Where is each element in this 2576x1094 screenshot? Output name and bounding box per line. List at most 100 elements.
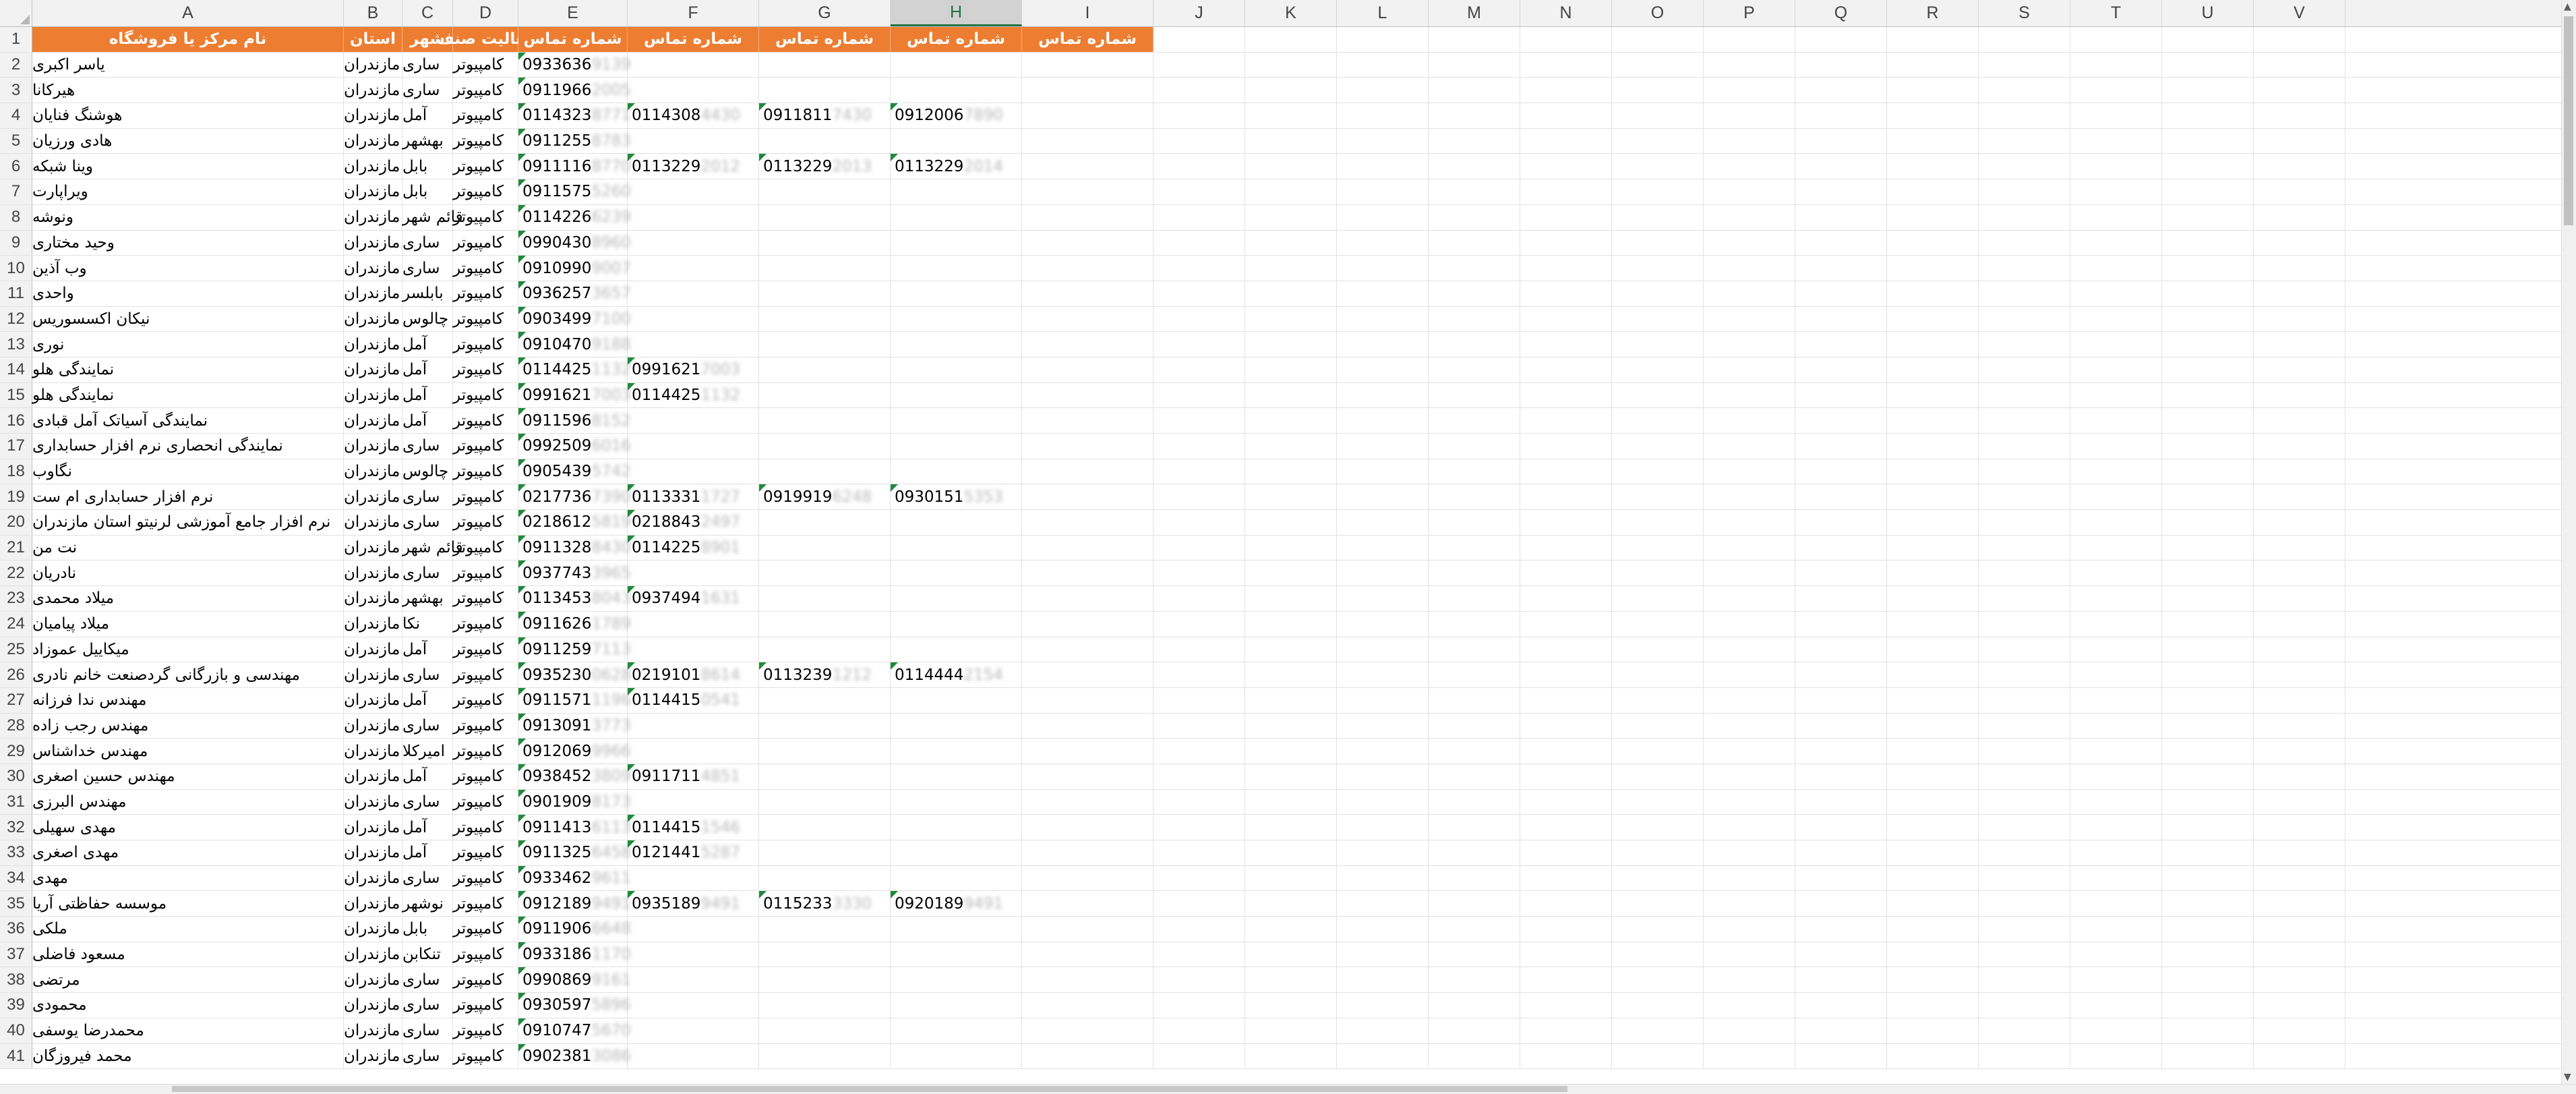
cell-u[interactable]: [2162, 52, 2254, 78]
cell-j[interactable]: [1154, 103, 1245, 128]
cell-s[interactable]: [1979, 815, 2070, 840]
cell-i[interactable]: [1022, 687, 1154, 713]
error-flag-icon[interactable]: [518, 510, 526, 518]
cell-p[interactable]: [1704, 103, 1795, 128]
error-flag-icon[interactable]: [518, 637, 526, 645]
cell-k[interactable]: [1245, 611, 1337, 637]
cell-u[interactable]: [2162, 256, 2254, 281]
cell-j[interactable]: [1154, 789, 1245, 815]
cell-e[interactable]: 0911259 7113: [518, 637, 631, 662]
row-header[interactable]: 25: [0, 637, 32, 662]
cell-d[interactable]: کامپیوتر: [453, 637, 518, 662]
cell-h[interactable]: 0930151 5353: [891, 484, 1022, 510]
cell-e[interactable]: 0937743 3965: [518, 560, 631, 586]
cell-m[interactable]: [1429, 281, 1520, 306]
cell-p[interactable]: [1704, 586, 1795, 611]
cell-j[interactable]: [1154, 840, 1245, 865]
cell-i[interactable]: [1022, 586, 1154, 611]
column-header-n[interactable]: N: [1520, 0, 1612, 26]
cell-r[interactable]: [1887, 332, 1979, 357]
cell-t[interactable]: [2070, 713, 2162, 739]
cell-j[interactable]: [1154, 281, 1245, 306]
cell-i[interactable]: [1022, 154, 1154, 179]
column-header-t[interactable]: T: [2070, 0, 2162, 26]
header-cell-h[interactable]: شماره تماس: [891, 27, 1022, 52]
cell-g[interactable]: [759, 993, 891, 1018]
cell-j[interactable]: [1154, 179, 1245, 204]
cell-s[interactable]: [1979, 204, 2070, 230]
cell-h[interactable]: 0113229 2014: [891, 154, 1022, 179]
cell-c[interactable]: قائم شهر: [402, 204, 463, 230]
cell-u[interactable]: [2162, 535, 2254, 560]
cell-b[interactable]: مازندران: [344, 993, 402, 1018]
cell-d[interactable]: کامپیوتر: [453, 891, 518, 917]
cell-j[interactable]: [1154, 993, 1245, 1018]
cell-f[interactable]: [628, 1018, 759, 1043]
cell-q[interactable]: [1795, 179, 1887, 204]
cell-v[interactable]: [2254, 103, 2345, 128]
cell-p[interactable]: [1704, 713, 1795, 739]
cell-u[interactable]: [2162, 332, 2254, 357]
cell-v[interactable]: [2254, 357, 2345, 382]
cell-g[interactable]: [759, 78, 891, 103]
cell-u[interactable]: [2162, 891, 2254, 917]
cell-q[interactable]: [1795, 764, 1887, 789]
cell-e[interactable]: 0217736 7390: [518, 484, 631, 510]
cell-r[interactable]: [1887, 865, 1979, 891]
cell-t[interactable]: [2070, 789, 2162, 815]
cell-a[interactable]: نوری: [32, 332, 344, 357]
cell-q[interactable]: [1795, 611, 1887, 637]
cell-n[interactable]: [1520, 739, 1612, 764]
cell-k[interactable]: [1245, 510, 1337, 535]
cell-c[interactable]: آمل: [402, 687, 453, 713]
cell-u[interactable]: [2162, 484, 2254, 510]
cell-p[interactable]: [1704, 560, 1795, 586]
cell-h[interactable]: [891, 52, 1022, 78]
cell-l[interactable]: [1337, 78, 1429, 103]
cell-v[interactable]: [2254, 662, 2345, 687]
cell-p[interactable]: [1704, 687, 1795, 713]
cell-a[interactable]: ملکی: [32, 917, 344, 942]
cell-q[interactable]: [1795, 154, 1887, 179]
cell-p[interactable]: [1704, 128, 1795, 154]
cell-k[interactable]: [1245, 256, 1337, 281]
cell-h[interactable]: [891, 713, 1022, 739]
cell-b[interactable]: مازندران: [344, 306, 402, 332]
row-header[interactable]: 22: [0, 560, 32, 586]
cell-h[interactable]: [891, 637, 1022, 662]
spreadsheet-grid[interactable]: ABCDEFGHIJKLMNOPQRSTUV 1 نام مرکز یا فروش…: [0, 0, 2562, 1084]
cell-q[interactable]: [1795, 1043, 1887, 1069]
row-header[interactable]: 24: [0, 611, 32, 637]
cell-i[interactable]: [1022, 256, 1154, 281]
cell-i[interactable]: [1022, 713, 1154, 739]
cell-v[interactable]: [2254, 179, 2345, 204]
cell-l[interactable]: [1337, 52, 1429, 78]
cell-r[interactable]: [1887, 713, 1979, 739]
column-header-e[interactable]: E: [518, 0, 628, 26]
cell-j[interactable]: [1154, 917, 1245, 942]
cell-e[interactable]: 0911325 6458: [518, 840, 631, 865]
cell-s[interactable]: [1979, 179, 2070, 204]
row-header[interactable]: 3: [0, 78, 32, 103]
cell-j[interactable]: [1154, 306, 1245, 332]
cell-d[interactable]: کامپیوتر: [453, 942, 518, 967]
cell-k[interactable]: [1245, 739, 1337, 764]
cell-r[interactable]: [1887, 256, 1979, 281]
cell-j[interactable]: [1154, 434, 1245, 459]
cell-e[interactable]: 0990869 9161: [518, 967, 631, 993]
cell-n[interactable]: [1520, 52, 1612, 78]
cell-e[interactable]: 0911906 6648: [518, 917, 631, 942]
cell-p[interactable]: [1704, 52, 1795, 78]
row-header[interactable]: 30: [0, 764, 32, 789]
cell-o[interactable]: [1612, 993, 1704, 1018]
cell-k[interactable]: [1245, 103, 1337, 128]
cell-j[interactable]: [1154, 27, 1245, 52]
cell-o[interactable]: [1612, 967, 1704, 993]
cell-h[interactable]: [891, 942, 1022, 967]
cell-q[interactable]: [1795, 586, 1887, 611]
cell-f[interactable]: 0114415 0541: [628, 687, 759, 713]
cell-j[interactable]: [1154, 815, 1245, 840]
cell-i[interactable]: [1022, 535, 1154, 560]
cell-v[interactable]: [2254, 637, 2345, 662]
cell-g[interactable]: [759, 230, 891, 256]
